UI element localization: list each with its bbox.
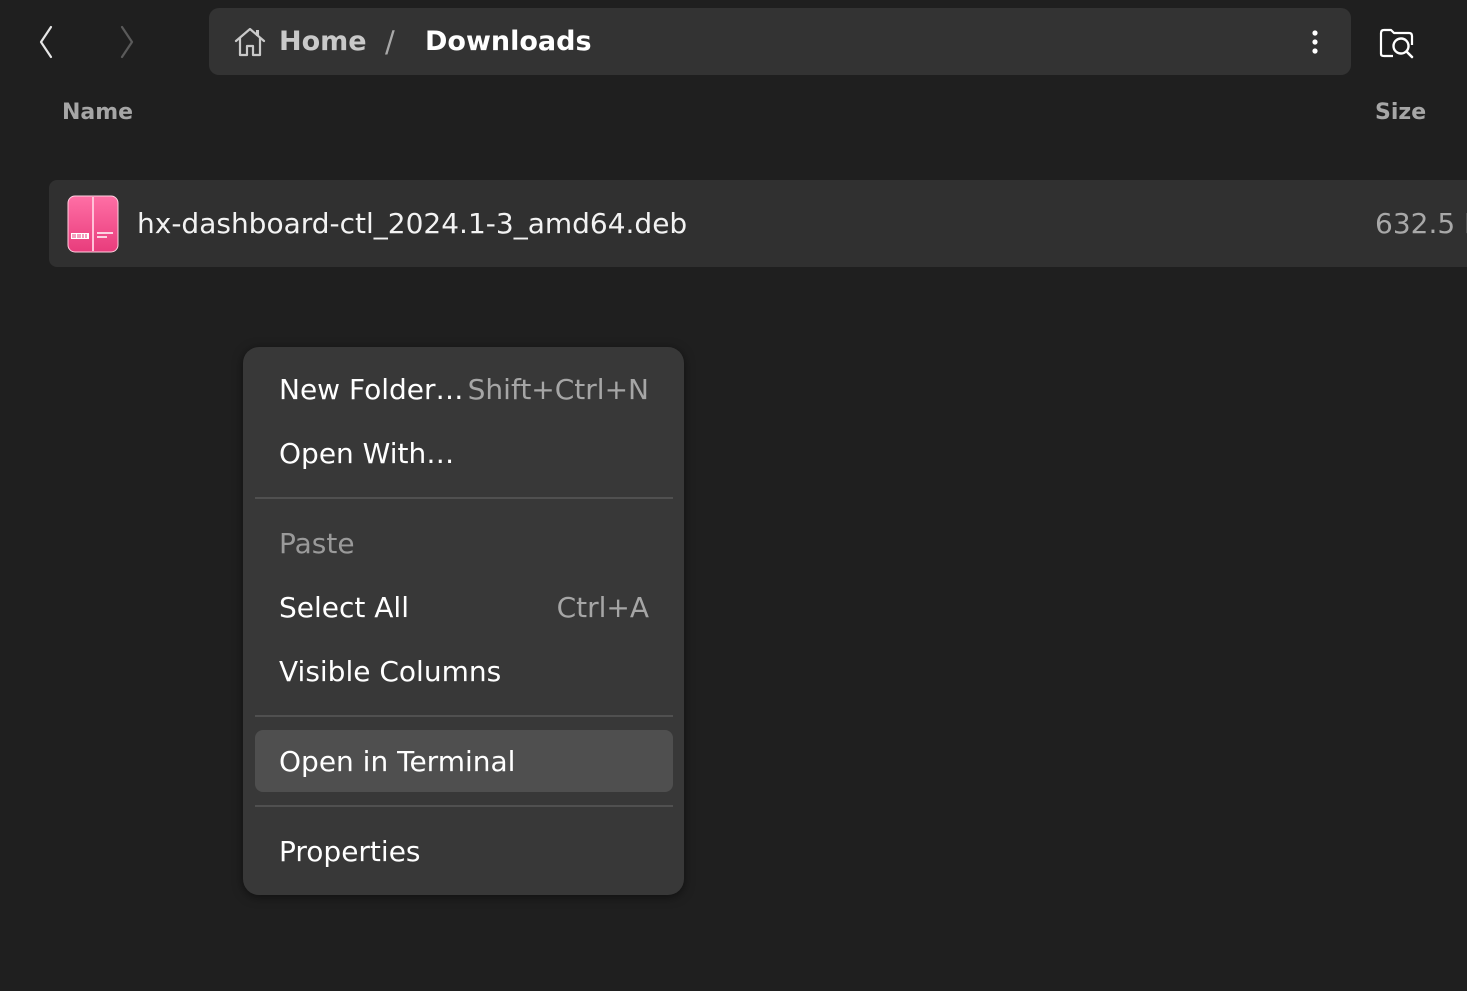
file-row[interactable]: hx-dashboard-ctl_2024.1-3_amd64.deb 632.… [49,180,1467,267]
menu-item-label: Open With… [279,436,455,470]
folder-menu-button[interactable] [1293,18,1337,65]
chevron-left-icon [39,25,53,59]
menu-item-label: Paste [279,526,355,560]
menu-item-select-all[interactable]: Select All Ctrl+A [255,576,673,638]
deb-package-icon [67,195,119,253]
breadcrumb-current[interactable]: Downloads [425,8,592,75]
chevron-right-icon [120,25,134,59]
path-bar: Home / Downloads [209,8,1351,75]
search-button[interactable] [1372,18,1422,68]
breadcrumb-home-label: Home [279,26,367,57]
menu-item-shortcut: Shift+Ctrl+N [467,372,649,406]
file-manager-window: Home / Downloads Name Size hx-dashboard-… [0,0,1467,991]
breadcrumb-home[interactable]: Home [233,8,367,75]
folder-search-icon [1379,28,1414,59]
menu-item-label: Properties [279,834,421,868]
file-name: hx-dashboard-ctl_2024.1-3_amd64.deb [137,207,688,240]
menu-separator [255,715,673,717]
forward-button[interactable] [103,18,151,66]
menu-item-properties[interactable]: Properties [255,820,673,882]
file-size: 632.5 M [1375,207,1467,240]
column-header-name[interactable]: Name [62,100,133,125]
menu-item-label: Open in Terminal [279,744,516,778]
menu-item-new-folder[interactable]: New Folder… Shift+Ctrl+N [255,358,673,420]
menu-item-label: Select All [279,590,409,624]
menu-item-shortcut: Ctrl+A [556,590,649,624]
menu-separator [255,497,673,499]
context-menu: New Folder… Shift+Ctrl+N Open With… Past… [243,347,684,895]
back-button[interactable] [22,18,70,66]
breadcrumb-separator: / [385,24,395,59]
menu-item-label: Visible Columns [279,654,502,688]
menu-item-open-with[interactable]: Open With… [255,422,673,484]
menu-item-visible-columns[interactable]: Visible Columns [255,640,673,702]
menu-item-label: New Folder… [279,372,464,406]
column-header-size[interactable]: Size [1375,100,1426,125]
menu-item-open-in-terminal[interactable]: Open in Terminal [255,730,673,792]
home-icon [234,27,266,56]
kebab-menu-icon [1312,29,1318,54]
menu-item-paste: Paste [255,512,673,574]
menu-separator [255,805,673,807]
